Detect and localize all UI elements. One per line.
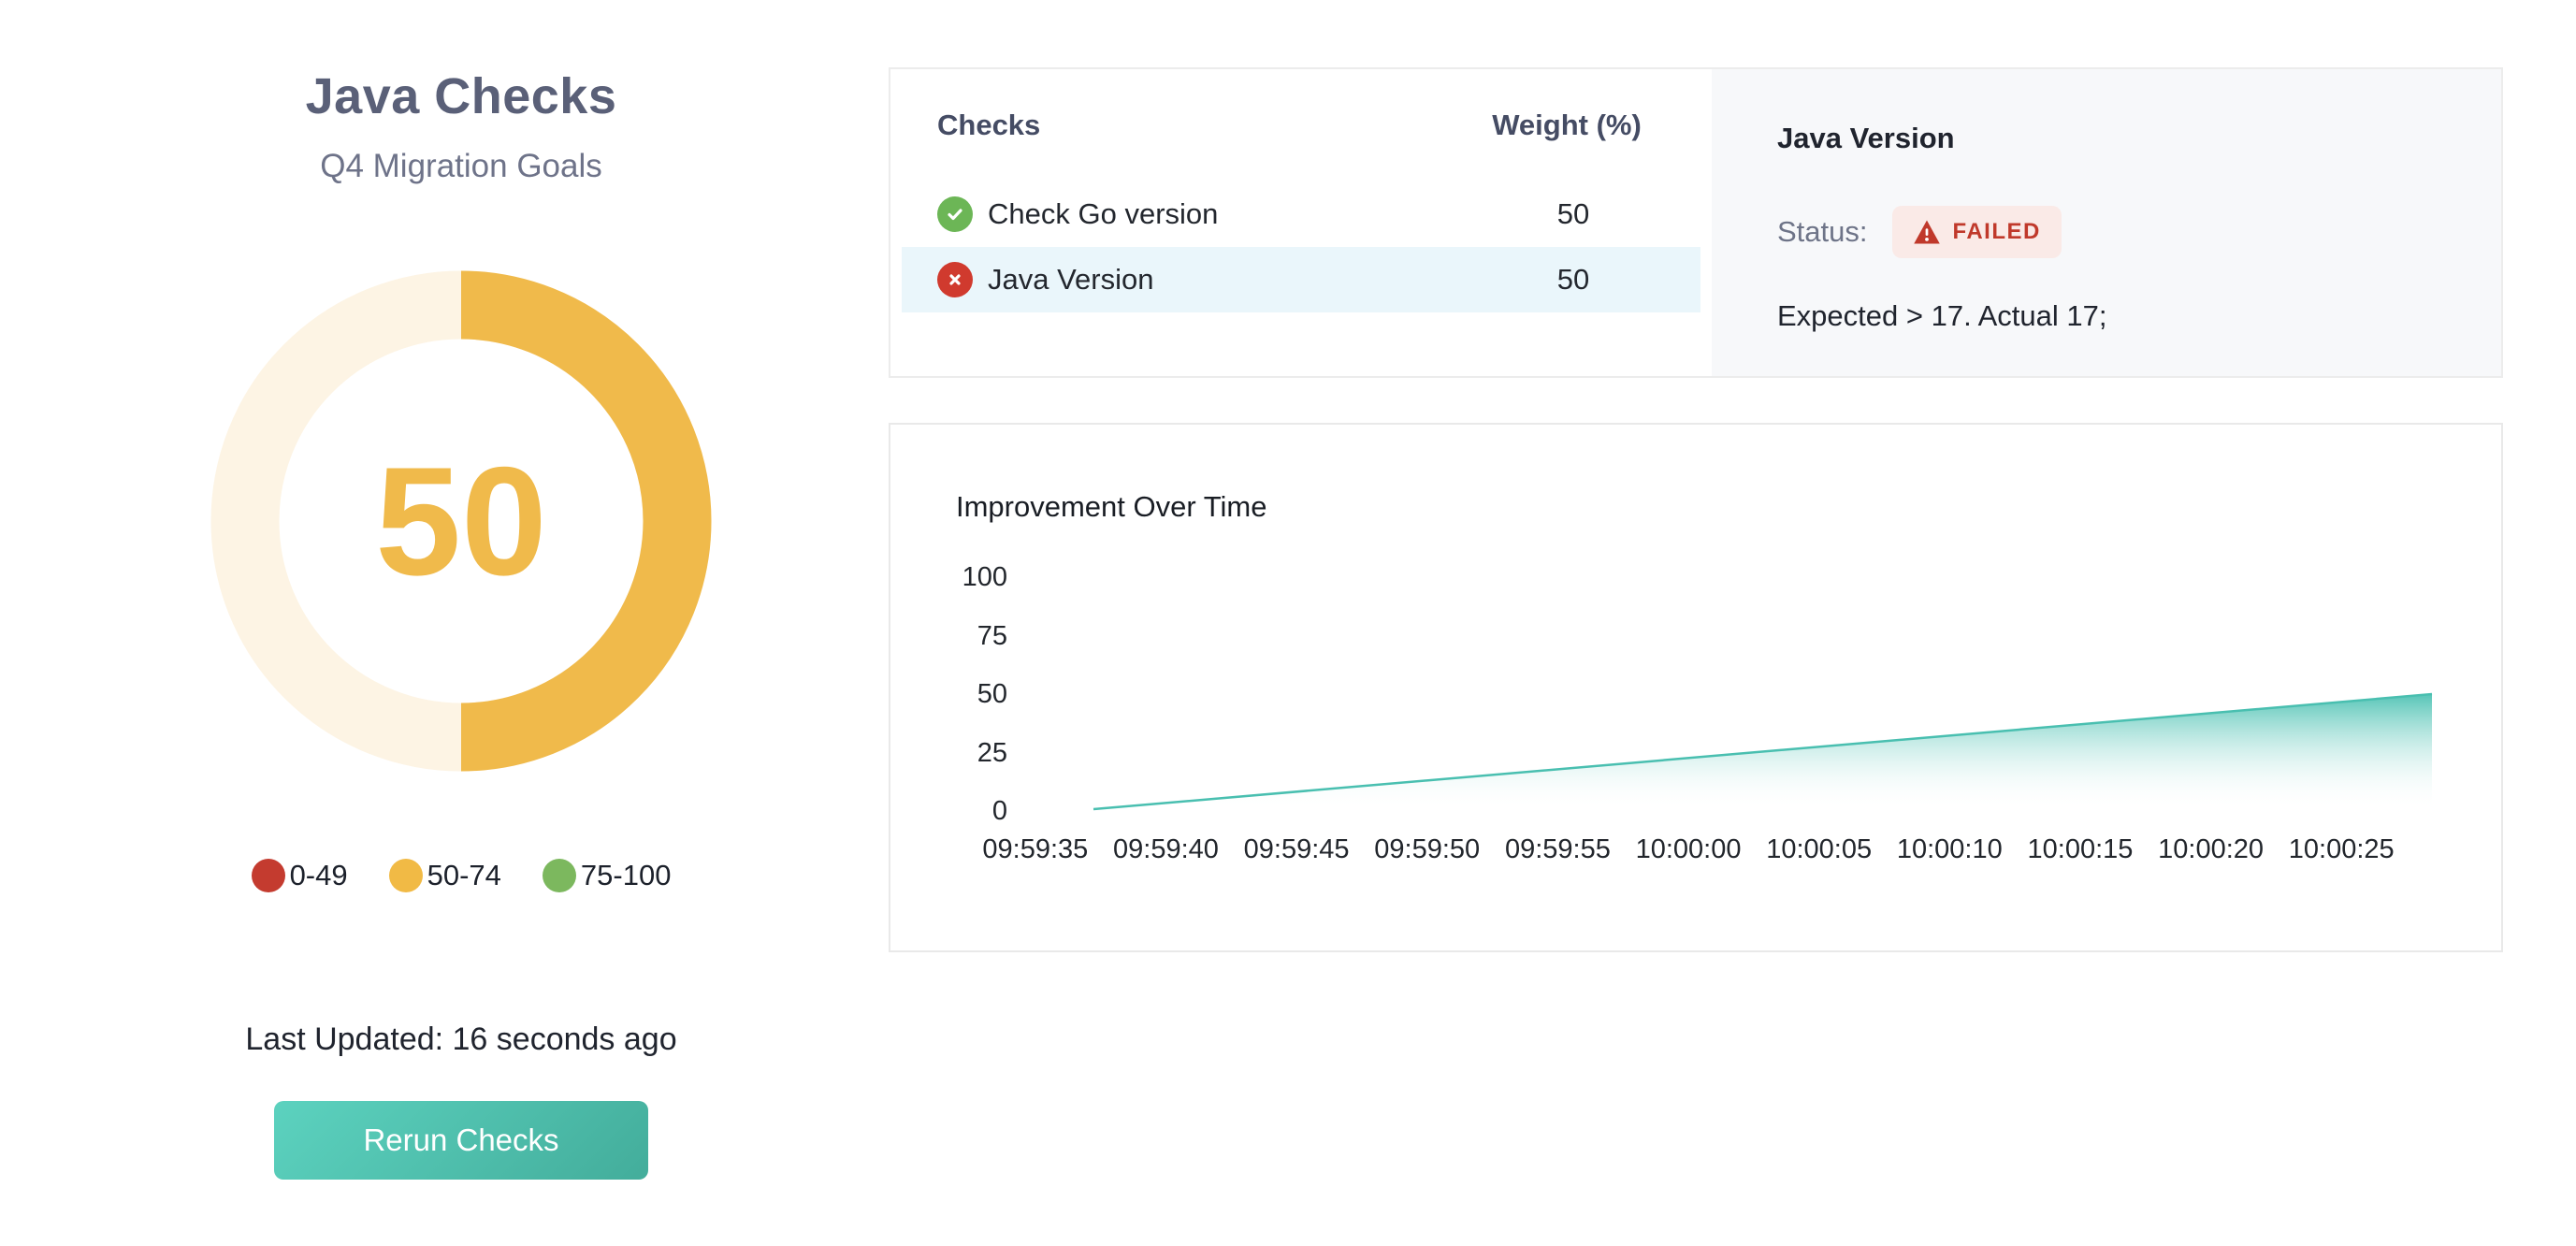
legend-label: 75-100 — [581, 859, 672, 892]
x-tick: 10:00:05 — [1754, 834, 1885, 865]
status-label: Status: — [1777, 215, 1868, 249]
check-name-cell: Java Version — [937, 262, 1482, 297]
x-tick: 09:59:45 — [1231, 834, 1362, 865]
score-panel: Java Checks Q4 Migration Goals 50 0-49 5… — [124, 54, 798, 1180]
improvement-chart-card: Improvement Over Time 100 75 50 25 0 09:… — [889, 423, 2503, 952]
score-gauge: 50 — [204, 264, 718, 778]
x-tick: 10:00:15 — [2015, 834, 2146, 865]
rerun-checks-button[interactable]: Rerun Checks — [274, 1101, 648, 1180]
x-tick: 09:59:50 — [1362, 834, 1493, 865]
check-name: Check Go version — [988, 197, 1218, 231]
legend-item-low: 0-49 — [252, 859, 348, 892]
green-dot-icon — [543, 859, 576, 892]
check-circle-icon — [937, 196, 973, 232]
status-badge-text: FAILED — [1953, 219, 2041, 245]
last-updated-text: Last Updated: 16 seconds ago — [245, 1021, 676, 1058]
page-title: Java Checks — [306, 67, 617, 125]
legend-label: 50-74 — [427, 859, 501, 892]
x-tick: 10:00:00 — [1623, 834, 1754, 865]
page-subtitle: Q4 Migration Goals — [320, 148, 602, 185]
yellow-dot-icon — [389, 859, 423, 892]
table-row-check-go-version[interactable]: Check Go version 50 — [902, 181, 1700, 247]
area-chart — [890, 425, 2501, 950]
x-tick: 10:00:25 — [2276, 834, 2407, 865]
legend-label: 0-49 — [290, 859, 348, 892]
x-tick: 09:59:40 — [1101, 834, 1232, 865]
table-row-java-version[interactable]: Java Version 50 — [902, 247, 1700, 312]
x-tick: 09:59:55 — [1493, 834, 1624, 865]
check-detail-panel: Java Version Status: FAILED Expected > 1… — [1712, 69, 2501, 376]
status-badge: FAILED — [1892, 206, 2062, 258]
legend-item-mid: 50-74 — [389, 859, 501, 892]
detail-message: Expected > 17. Actual 17; — [1777, 299, 2436, 333]
legend-item-high: 75-100 — [543, 859, 672, 892]
gauge-score-value: 50 — [204, 264, 718, 778]
x-tick: 10:00:20 — [2146, 834, 2277, 865]
detail-title: Java Version — [1777, 122, 2436, 155]
red-dot-icon — [252, 859, 285, 892]
check-name: Java Version — [988, 263, 1154, 297]
x-axis: 09:59:35 09:59:40 09:59:45 09:59:50 09:5… — [970, 834, 2407, 865]
score-legend: 0-49 50-74 75-100 — [252, 859, 672, 892]
warning-triangle-icon — [1913, 219, 1941, 245]
checks-card: Checks Weight (%) Check Go version 50 Ja… — [889, 67, 2503, 378]
status-line: Status: FAILED — [1777, 206, 2436, 258]
checks-table: Checks Weight (%) Check Go version 50 Ja… — [890, 69, 1712, 376]
checks-table-header: Checks Weight (%) — [890, 109, 1712, 142]
x-circle-icon — [937, 262, 973, 297]
x-tick: 09:59:35 — [970, 834, 1101, 865]
check-name-cell: Check Go version — [937, 196, 1482, 232]
check-weight: 50 — [1482, 197, 1665, 231]
x-tick: 10:00:10 — [1884, 834, 2015, 865]
checks-column-header: Checks — [937, 109, 1469, 142]
check-weight: 50 — [1482, 263, 1665, 297]
weight-column-header: Weight (%) — [1469, 109, 1665, 142]
